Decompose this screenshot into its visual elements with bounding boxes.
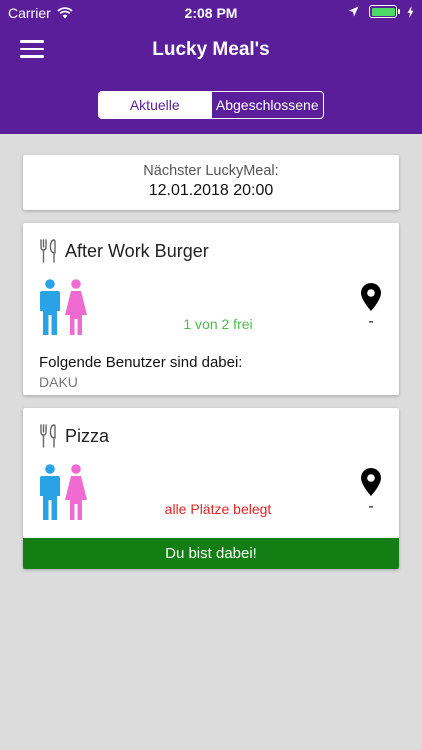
page-title: Lucky Meal's — [152, 39, 270, 60]
cutlery-icon — [40, 239, 56, 263]
next-meal-card: Nächster LuckyMeal: 12.01.2018 20:00 — [23, 155, 399, 210]
cutlery-icon — [40, 424, 56, 448]
meal-title: After Work Burger — [65, 240, 209, 261]
availability-text: 1 von 2 frei — [183, 316, 253, 332]
location-pin-icon[interactable] — [361, 468, 381, 496]
location-group[interactable]: - — [361, 468, 381, 516]
tab-segment: Aktuelle Abgeschlossene — [98, 91, 324, 119]
status-right — [348, 5, 414, 18]
location-group[interactable]: - — [361, 283, 381, 331]
tab-aktuelle[interactable]: Aktuelle — [99, 92, 211, 118]
meal-card-pizza[interactable]: Pizza alle Plätze belegt - Du bist dabei… — [23, 408, 399, 569]
tab-abgeschlossene[interactable]: Abgeschlossene — [210, 92, 324, 118]
female-icon — [65, 279, 87, 335]
charging-bolt-icon — [407, 5, 414, 18]
status-bar: Carrier 2:08 PM — [0, 0, 422, 26]
meal-title-row: Pizza — [39, 424, 109, 448]
app-header: Carrier 2:08 PM Lucky Meal's Aktuelle Ab… — [0, 0, 422, 134]
location-value: - — [368, 313, 374, 330]
joined-status-bar[interactable]: Du bist dabei! — [23, 538, 399, 569]
users-value: DAKU — [39, 374, 78, 390]
location-pin-icon[interactable] — [361, 283, 381, 311]
location-value: - — [368, 498, 374, 515]
meal-title: Pizza — [65, 425, 110, 446]
location-arrow-icon — [348, 6, 359, 17]
availability-text: alle Plätze belegt — [164, 501, 272, 517]
meal-title-row: After Work Burger — [39, 239, 209, 263]
male-icon — [40, 279, 60, 335]
meal-card-after-work-burger[interactable]: After Work Burger 1 von 2 frei - Folgend… — [23, 223, 399, 395]
battery-icon — [369, 5, 400, 18]
female-icon — [65, 464, 87, 520]
next-meal-label: Nächster LuckyMeal: — [143, 163, 279, 179]
participants-icons — [39, 464, 87, 522]
participants-icons — [39, 279, 87, 337]
male-icon — [40, 464, 60, 520]
users-label: Folgende Benutzer sind dabei: — [39, 354, 243, 371]
next-meal-date: 12.01.2018 20:00 — [148, 182, 274, 199]
